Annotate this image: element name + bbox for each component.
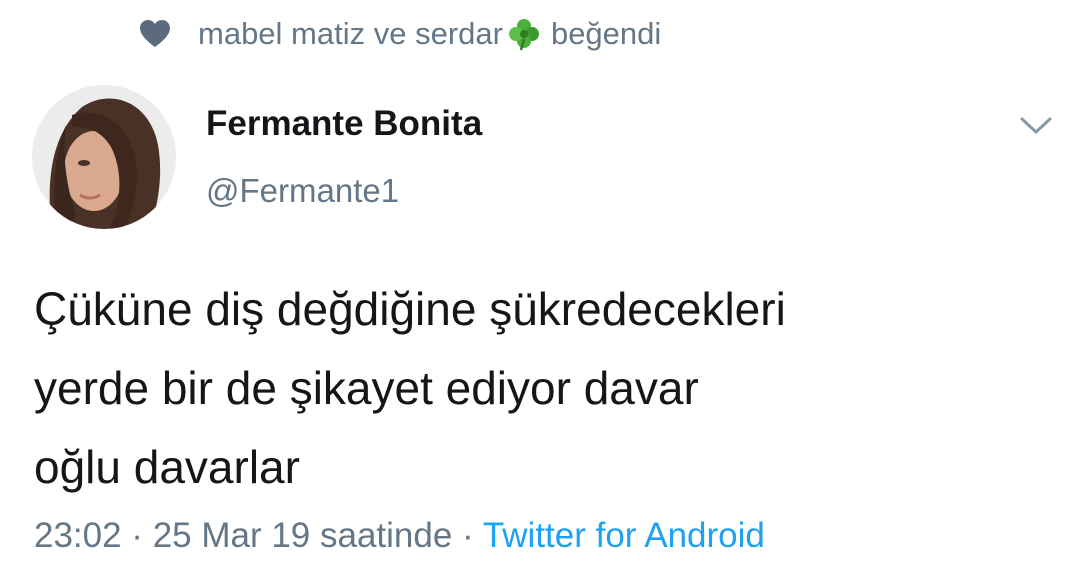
- tweet-text-line: Çüküne diş değdiğine şükredecekleri: [34, 283, 786, 335]
- avatar[interactable]: [32, 85, 176, 229]
- tweet-meta: 23:02 · 25 Mar 19 saatinde · Twitter for…: [34, 516, 765, 556]
- author-handle[interactable]: @Fermante1: [206, 172, 399, 210]
- tweet-text-line: yerde bir de şikayet ediyor davar: [34, 362, 699, 414]
- clover-icon: [507, 17, 541, 51]
- liked-by-names: mabel matiz ve serdar: [198, 16, 503, 51]
- author-display-name[interactable]: Fermante Bonita: [206, 104, 482, 144]
- tweet-text-line: oğlu davarlar: [34, 441, 300, 493]
- heart-icon: [140, 19, 174, 49]
- tweet-source-link[interactable]: Twitter for Android: [483, 516, 765, 555]
- avatar-photo: [32, 85, 176, 229]
- tweet-timestamp[interactable]: 23:02 · 25 Mar 19 saatinde ·: [34, 516, 474, 555]
- liked-by-suffix: beğendi: [550, 16, 662, 51]
- chevron-down-icon: [1020, 117, 1052, 134]
- tweet-menu-button[interactable]: [1014, 108, 1058, 144]
- tweet-text: Çüküne diş değdiğine şükredecekleri yerd…: [34, 270, 1044, 507]
- social-context-liked-by[interactable]: mabel matiz ve serdar beğendi: [140, 12, 661, 56]
